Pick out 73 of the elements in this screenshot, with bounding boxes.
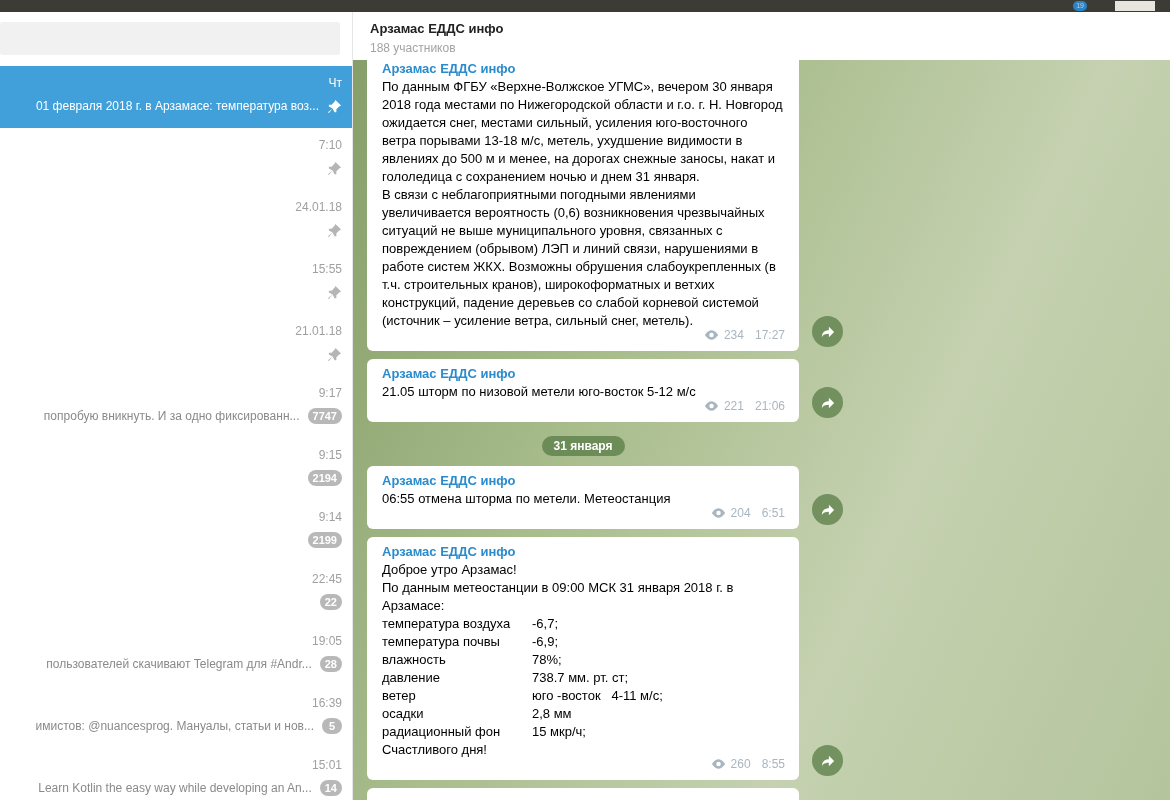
weather-value: 738.7 мм. рт. ст; — [532, 669, 629, 687]
chat-list-item[interactable]: Чт 01 февраля 2018 г. в Арзамасе: температура воз... — [0, 66, 352, 128]
chat-time: 15:55 — [311, 262, 342, 276]
share-button[interactable] — [812, 745, 843, 776]
view-count: 234 — [723, 327, 744, 344]
message-text: Доброе утро Арзамас! — [382, 561, 518, 579]
date-divider: 31 января — [541, 436, 625, 456]
chat-time: Чт — [328, 76, 342, 90]
chat-time: 21.01.18 — [295, 324, 342, 338]
forward-arrow-icon — [820, 502, 835, 517]
member-count: 188 участников — [370, 41, 457, 55]
weather-value: 15 мкр/ч; — [532, 723, 587, 741]
unread-count: 5 — [322, 718, 342, 734]
sender-name[interactable]: Арзамас ЕДДС инфо — [382, 60, 785, 78]
chat-time: 9:17 — [318, 386, 342, 400]
message-text: Счастливого дня! — [382, 741, 488, 759]
chat-time: 7:10 — [318, 138, 342, 152]
chat-time: 24.01.18 — [295, 200, 342, 214]
weather-value: -6,7; — [532, 615, 559, 633]
forward-arrow-icon — [820, 324, 835, 339]
eye-icon — [710, 759, 726, 769]
sender-name[interactable]: Арзамас ЕДДС инфо — [382, 543, 785, 561]
chat-title: Арзамас ЕДДС инфо — [370, 21, 505, 36]
unread-count: 14 — [319, 780, 342, 796]
chat-preview: попробую вникнуть. И за одно фиксированн... — [43, 409, 300, 423]
chat-time: 9:14 — [318, 510, 342, 524]
weather-label: радиационный фон — [382, 723, 502, 741]
message-text: В связи с неблагоприятными погодными явлениями увеличивается вероятность (0,6) возникновения чрезвычайных ситуаций не выше муниципального уровня, связанных с повреждением (обрывом) ЛЭП и линий связи, нарушениями в работе систем ЖКХ. Возможны обрушения слабоукрепленных (в т.ч. строительных кранов), широкоформатных и ветхих конструкций, падение деревьев со слабой корневой системой (источник – усиление ветра, сильный снег, метель). — [382, 186, 777, 330]
chat-time: 15:01 — [311, 758, 342, 772]
weather-value: юго -восток 4-11 м/с; — [532, 687, 664, 705]
view-count: 260 — [730, 756, 751, 773]
weather-label: осадки — [382, 705, 425, 723]
forward-arrow-icon — [820, 753, 835, 768]
message-text: По данным ФГБУ «Верхне-Волжское УГМС», вечером 30 января 2018 года местами по Нижегородской области и г.о. г. Н. Новгород ожидается снег, местами сильный, усиления юго-восточного ветра порывами 13-18 м/с, метель, ухудшение видимости в явлениях до 500 м и менее, на дорогах снежные заносы, накат и гололедица с сохранением ночью и днем 31 января. — [382, 78, 784, 186]
chat-time: 19:05 — [311, 634, 342, 648]
share-button[interactable] — [812, 316, 843, 347]
message-text: По данным метеостанции в 09:00 МСК 31 января 2018 г. в Арзамасе: — [382, 579, 735, 615]
weather-label: влажность — [382, 651, 447, 669]
message-time: 17:27 — [754, 327, 785, 344]
weather-label: ветер — [382, 687, 417, 705]
sender-name[interactable]: Арзамас ЕДДС инфо — [382, 472, 785, 490]
chat-preview: 01 февраля 2018 г. в Арзамасе: температура воз... — [35, 99, 319, 113]
unread-count: 7747 — [307, 408, 342, 424]
unread-count: 28 — [319, 656, 342, 672]
eye-icon — [703, 401, 719, 411]
unread-count: 22 — [319, 594, 342, 610]
message-text: 06:55 отмена шторма по метели. Метеостанция — [382, 490, 672, 508]
forward-arrow-icon — [820, 395, 835, 410]
weather-value: 2,8 мм — [532, 705, 573, 723]
share-button[interactable] — [812, 387, 843, 418]
chat-time: 16:39 — [311, 696, 342, 710]
eye-icon — [703, 330, 719, 340]
weather-label: температура воздуха — [382, 615, 512, 633]
weather-label: температура почвы — [382, 633, 501, 651]
chat-preview: Learn Kotlin the easy way while developing an An... — [38, 781, 312, 795]
view-count: 204 — [730, 505, 751, 522]
view-count: 221 — [723, 398, 744, 415]
unread-count: 2194 — [307, 470, 342, 486]
chat-time: 9:15 — [318, 448, 342, 462]
message-text: 21.05 шторм по низовой метели юго-восток 5-12 м/с — [382, 383, 697, 401]
message-time: 21:06 — [754, 398, 785, 415]
share-button[interactable] — [812, 494, 843, 525]
message-time: 8:55 — [761, 756, 785, 773]
chat-preview: пользователей скачивают Telegram для #Andr... — [46, 657, 312, 671]
message-time: 6:51 — [761, 505, 785, 522]
unread-count: 2199 — [307, 532, 342, 548]
sender-name[interactable]: Арзамас ЕДДС инфо — [382, 365, 785, 383]
weather-value: 78%; — [532, 651, 563, 669]
weather-label: давление — [382, 669, 441, 687]
eye-icon — [710, 508, 726, 518]
chat-time: 22:45 — [311, 572, 342, 586]
weather-value: -6,9; — [532, 633, 559, 651]
chat-preview: имистов: @nuancesprog. Мануалы, статьи и нов... — [35, 719, 314, 733]
